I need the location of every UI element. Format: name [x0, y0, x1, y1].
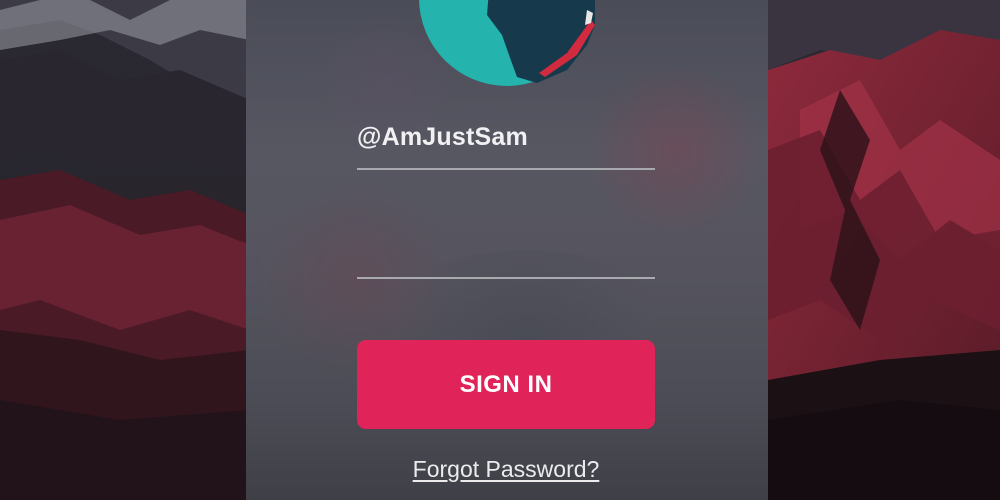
- sign-in-button[interactable]: SIGN IN: [357, 340, 655, 429]
- globe-avatar-icon: [417, 0, 597, 87]
- password-field[interactable]: [357, 230, 655, 279]
- sign-in-label: SIGN IN: [459, 370, 553, 398]
- username-value: @AmJustSam: [357, 123, 528, 151]
- username-field[interactable]: @AmJustSam: [357, 112, 655, 170]
- login-panel: @AmJustSam SIGN IN Forgot Password?: [246, 0, 768, 500]
- forgot-password-link[interactable]: Forgot Password?: [357, 456, 655, 483]
